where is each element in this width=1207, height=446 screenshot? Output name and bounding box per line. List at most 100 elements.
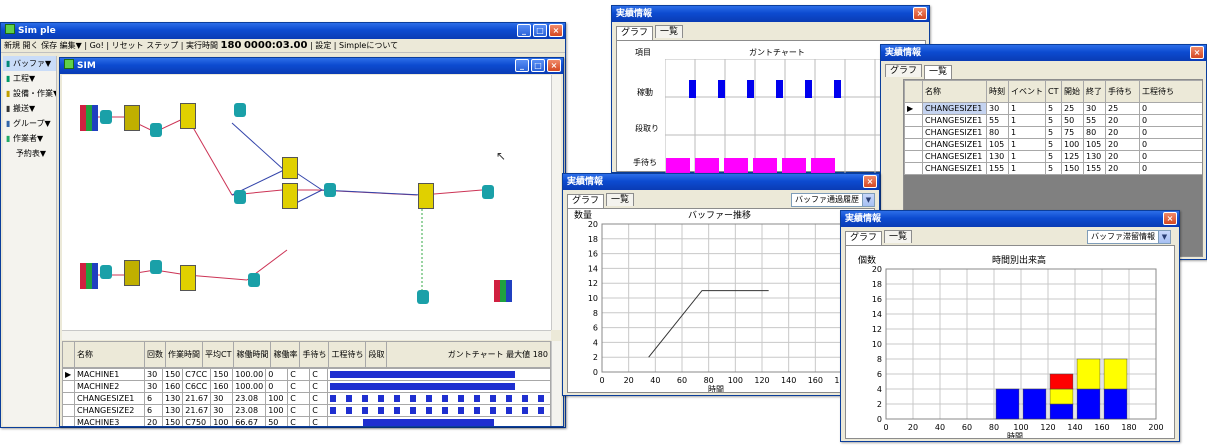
go-button[interactable]: Go! [90, 41, 104, 50]
save-button[interactable]: 保存 [41, 41, 57, 50]
buffer-node-9[interactable] [417, 290, 429, 304]
x-tick-label: 200 [1148, 423, 1163, 432]
machine-node-3[interactable] [418, 183, 434, 209]
x-tick-label: 80 [989, 423, 999, 432]
x-tick-label: 20 [624, 376, 634, 385]
buffer-node-7[interactable] [150, 260, 162, 274]
table-cell: 150 [161, 416, 184, 426]
source-node-2[interactable] [80, 263, 98, 289]
table-vertical-scrollbar[interactable] [551, 341, 561, 426]
buffer-title-bar: 実績情報 × [563, 174, 879, 190]
sidebar-reservation[interactable]: 予約表▼ [3, 146, 56, 161]
table-cell: C750 [182, 416, 212, 426]
row-marker-header [904, 80, 923, 103]
sidebar-equipment[interactable]: ▮ 設備・作業▼ [3, 86, 56, 101]
table-row[interactable]: MACHINE3 20 150 C750 100 66.67 50 C C [62, 416, 551, 426]
list-cell: 0 [1139, 102, 1202, 115]
buffer-stay-select[interactable]: バッファ滞留情報 ▼ [1087, 230, 1171, 244]
tab-list[interactable]: 一覧 [924, 65, 953, 79]
run-time-value[interactable]: 180 [221, 40, 242, 51]
list-row[interactable]: CHANGESIZE1 130 1 5 125 130 20 0 [904, 150, 1202, 163]
table-row[interactable]: ▶ MACHINE1 30 150 C7CC 150 100.00 0 C C [62, 368, 551, 381]
buffer-history-select[interactable]: バッファ通過履歴 ▼ [791, 193, 875, 207]
table-cell: 100.00 [232, 380, 267, 393]
col-wait: 手待ち [299, 341, 330, 368]
buffer-node-4[interactable] [234, 190, 246, 204]
changesize-node-2[interactable] [282, 183, 298, 209]
tab-graph[interactable]: グラフ [616, 26, 654, 40]
tab-graph[interactable]: グラフ [845, 231, 883, 245]
tab-graph[interactable]: グラフ [885, 64, 923, 77]
open-button[interactable]: 開く [23, 41, 39, 50]
simulation-canvas[interactable]: ↖ [62, 75, 551, 330]
table-cell: MACHINE2 [74, 380, 145, 393]
source-node-1[interactable] [80, 105, 98, 131]
y-tick-label: 18 [588, 235, 598, 244]
buffer-node-8[interactable] [248, 273, 260, 287]
table-cell: 160 [210, 380, 234, 393]
row-marker [62, 392, 75, 405]
sidebar-worker[interactable]: ▮ 作業者▼ [3, 131, 56, 146]
sim-minimize-button[interactable]: _ [515, 59, 529, 72]
list-row[interactable]: ▶ CHANGESIZE1 30 1 5 25 30 25 0 [904, 102, 1202, 115]
run-time-label: 実行時間 [186, 41, 218, 50]
sidebar-group[interactable]: ▮ グループ▼ [3, 116, 56, 131]
gantt-close-button[interactable]: × [913, 7, 927, 20]
tab-list[interactable]: 一覧 [606, 193, 635, 206]
table-cell: 150 [210, 368, 234, 381]
tab-list[interactable]: 一覧 [884, 230, 913, 243]
x-tick-label: 80 [704, 376, 714, 385]
output-close-button[interactable]: × [1163, 212, 1177, 225]
list-row[interactable]: CHANGESIZE1 105 1 5 100 105 20 0 [904, 138, 1202, 151]
buffer-node-1[interactable] [100, 110, 112, 124]
machine-node-4[interactable] [124, 260, 140, 286]
tab-graph[interactable]: グラフ [567, 194, 605, 208]
sink-buffer-node[interactable] [482, 185, 494, 199]
tab-list[interactable]: 一覧 [655, 25, 684, 38]
list-cell: CHANGESIZE1 [922, 162, 987, 175]
changesize-node-1[interactable] [282, 157, 298, 179]
buffer-node-6[interactable] [100, 265, 112, 279]
sink-node[interactable] [494, 280, 512, 302]
app-icon [5, 24, 15, 34]
maximize-button[interactable]: □ [533, 24, 547, 37]
minimize-button[interactable]: _ [517, 24, 531, 37]
machine-node-1[interactable] [124, 105, 140, 131]
edit-menu[interactable]: 編集▼ [60, 41, 82, 50]
list-row[interactable]: CHANGESIZE1 80 1 5 75 80 20 0 [904, 126, 1202, 139]
canvas-horizontal-scrollbar[interactable] [62, 330, 551, 340]
buffer-node-2[interactable] [150, 123, 162, 137]
list-row[interactable]: CHANGESIZE1 55 1 5 50 55 20 0 [904, 114, 1202, 127]
y-tick-label: 0 [877, 415, 882, 424]
step-button[interactable]: ステップ [146, 41, 178, 50]
col-end: 終了 [1083, 80, 1106, 103]
sidebar-process[interactable]: ▮ 工程▼ [3, 71, 56, 86]
machine-node-5[interactable] [180, 265, 196, 291]
sidebar-transport[interactable]: ▮ 搬送▼ [3, 101, 56, 116]
settings-button[interactable]: 設定 [315, 41, 331, 50]
table-row[interactable]: MACHINE2 30 160 C6CC 160 100.00 0 C C [62, 380, 551, 393]
gantt-cell [327, 404, 551, 417]
about-button[interactable]: Simpleについて [339, 41, 398, 50]
events-table: 名称 時刻 イベント CT 開始 終了 手待ち 工程待ち ▶ CHANGESIZE… [904, 80, 1202, 175]
list-close-button[interactable]: × [1190, 46, 1204, 59]
sidebar-buffer[interactable]: ▮ バッファ▼ [3, 56, 56, 71]
reset-button[interactable]: リセット [112, 41, 144, 50]
close-button[interactable]: × [549, 24, 563, 37]
sim-close-button[interactable]: × [547, 59, 561, 72]
list-cell: 0 [1139, 162, 1202, 175]
table-row[interactable]: CHANGESIZE1 6 130 21.67 30 23.08 100 C C [62, 392, 551, 405]
buffer-close-button[interactable]: × [863, 175, 877, 188]
new-button[interactable]: 新規 [4, 41, 20, 50]
list-cell: 5 [1045, 162, 1062, 175]
main-title-bar: Sim ple _ □ × [1, 23, 565, 39]
buffer-node-3[interactable] [234, 103, 246, 117]
table-row[interactable]: CHANGESIZE2 6 130 21.67 30 23.08 100 C C [62, 404, 551, 417]
list-row[interactable]: CHANGESIZE1 155 1 5 150 155 20 0 [904, 162, 1202, 175]
col-start: 開始 [1061, 80, 1084, 103]
x-tick-label: 160 [1094, 423, 1109, 432]
sim-maximize-button[interactable]: □ [531, 59, 545, 72]
canvas-vertical-scrollbar[interactable] [551, 75, 561, 330]
buffer-node-5[interactable] [324, 183, 336, 197]
machine-node-2[interactable] [180, 103, 196, 129]
